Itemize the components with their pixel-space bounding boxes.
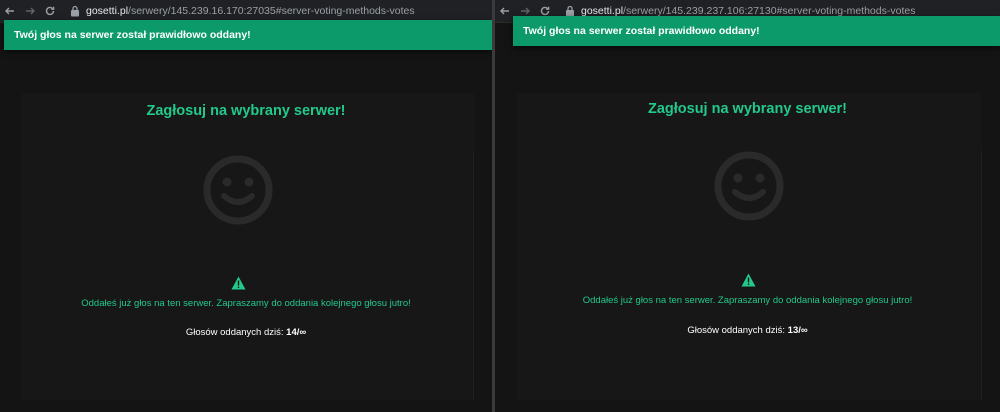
smiley-icon [203, 155, 273, 225]
arrow-left-icon[interactable] [0, 1, 20, 21]
votes-label: Głosów oddanych dziś: [687, 325, 786, 336]
already-voted-message: Oddałeś już głos na ten serwer. Zaprasza… [582, 295, 913, 306]
reload-icon[interactable] [40, 1, 60, 21]
browser-window-right: gosetti.pl/serwery/145.239.237.106:27130… [495, 0, 1000, 412]
votes-today: Głosów oddanych dziś: 13/∞ [495, 325, 1000, 336]
arrow-left-icon[interactable] [495, 1, 515, 21]
lock-icon [71, 5, 79, 17]
address-bar[interactable]: gosetti.pl/serwery/145.239.16.170:27035#… [62, 3, 423, 19]
votes-value: 14/∞ [286, 327, 307, 338]
browser-window-left: gosetti.pl/serwery/145.239.16.170:27035#… [0, 0, 492, 412]
votes-value: 13/∞ [787, 325, 808, 336]
already-voted-message: Oddałeś już głos na ten serwer. Zaprasza… [81, 298, 411, 309]
warning-triangle-icon [231, 276, 246, 290]
url-path: /serwery/145.239.16.170:27035#server-vot… [128, 5, 415, 17]
page-title: Zagłosuj na wybrany serwer! [647, 101, 848, 117]
smiley-icon [714, 151, 784, 221]
success-alert: Twój głos na serwer został prawidłowo od… [513, 16, 1000, 46]
votes-today: Głosów oddanych dziś: 14/∞ [0, 327, 492, 338]
url-host: gosetti.pl [86, 5, 129, 17]
alert-text: Twój głos na serwer został prawidłowo od… [523, 25, 760, 37]
page-title: Zagłosuj na wybrany serwer! [146, 103, 346, 119]
success-alert: Twój głos na serwer został prawidłowo od… [4, 20, 492, 50]
alert-text: Twój głos na serwer został prawidłowo od… [14, 29, 251, 41]
arrow-right-icon[interactable] [20, 1, 40, 21]
votes-label: Głosów oddanych dziś: [185, 327, 284, 338]
warning-triangle-icon [741, 273, 756, 287]
